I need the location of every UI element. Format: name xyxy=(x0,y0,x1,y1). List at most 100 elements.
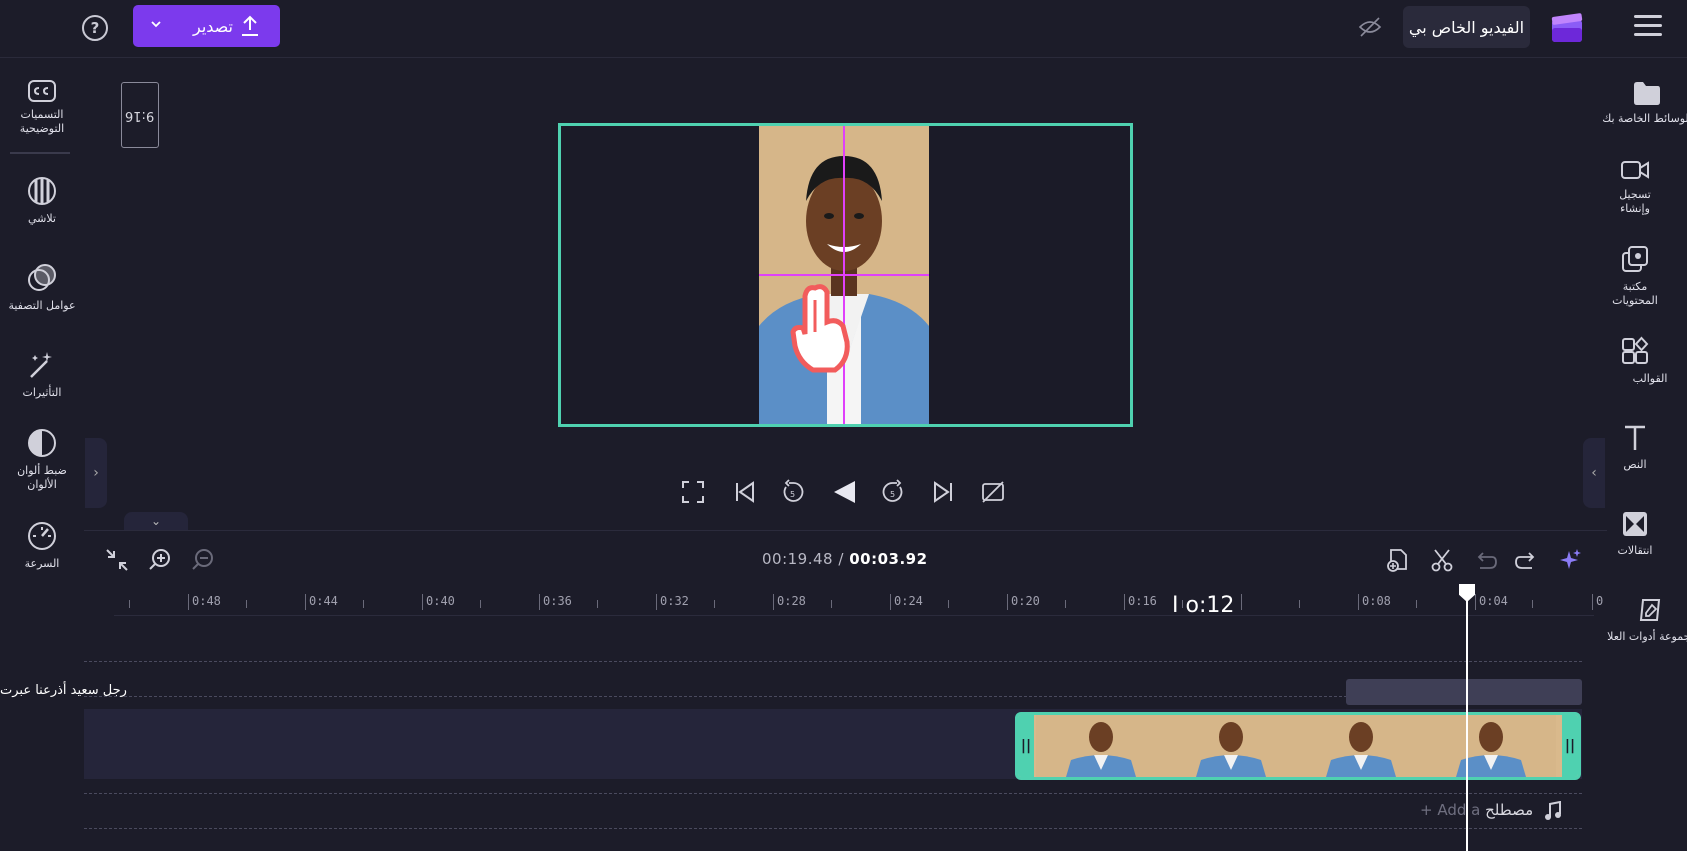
play-button[interactable] xyxy=(830,478,858,506)
effects-wand-icon xyxy=(30,352,52,378)
ruler-tick xyxy=(539,594,540,610)
ruler-tick xyxy=(1299,600,1300,608)
forward-5-icon[interactable]: 5 xyxy=(880,479,906,505)
skip-to-end-icon[interactable] xyxy=(930,479,956,505)
add-audio-ghost-text: + Add a xyxy=(1420,801,1481,819)
total-duration: 00:19.48 xyxy=(762,550,834,568)
collapse-timeline-icon[interactable]: ⌄ xyxy=(124,512,188,530)
sidebar-item-content-library[interactable]: مكتبة المحتويات xyxy=(1580,244,1687,308)
playhead[interactable] xyxy=(1466,586,1468,851)
clip-trim-handle-right[interactable]: || xyxy=(1562,715,1578,777)
ruler-label-5: 0:20 xyxy=(1011,594,1040,608)
ruler-label-11: 0:44 xyxy=(309,594,338,608)
captions-tool[interactable]: التسميات التوضيحية xyxy=(0,80,84,136)
ruler-label-9: 0:36 xyxy=(543,594,572,608)
ruler-tick xyxy=(1475,594,1476,610)
ruler-label-4: 0:16 xyxy=(1128,594,1157,608)
audio-track[interactable] xyxy=(84,793,1582,829)
center-guide-horizontal xyxy=(759,274,929,276)
fullscreen-icon[interactable] xyxy=(680,479,706,505)
expand-right-panel-icon[interactable]: ‹ xyxy=(1583,438,1605,508)
sidebar-item-record-create[interactable]: تسجيل وإنشاء xyxy=(1580,158,1687,216)
project-title[interactable]: الفيديو الخاص بي xyxy=(1403,6,1530,48)
skip-to-start-icon[interactable] xyxy=(732,479,758,505)
ruler-tick xyxy=(1532,600,1533,608)
captions-icon xyxy=(28,80,56,102)
hide-preview-icon[interactable] xyxy=(1357,14,1383,40)
aspect-ratio-button[interactable]: 9:16 xyxy=(121,82,159,148)
color-adjust-icon xyxy=(28,429,56,457)
fade-tool[interactable]: تلاشي xyxy=(0,176,84,226)
ruler-label-10: 0:40 xyxy=(426,594,455,608)
ruler-tick xyxy=(656,594,657,610)
ruler-tick xyxy=(1416,600,1417,608)
export-button[interactable]: تصدير xyxy=(133,5,280,47)
ruler-tick xyxy=(1124,594,1125,610)
text-clip[interactable] xyxy=(1346,679,1582,705)
left-property-panel: التسميات التوضيحية تلاشي عوامل التصفية ا… xyxy=(0,58,84,851)
ruler-tick xyxy=(188,594,189,610)
content-library-icon xyxy=(1622,246,1648,272)
chevron-down-icon[interactable] xyxy=(149,17,163,31)
sidebar-item-templates-label: القوالب xyxy=(1632,372,1668,385)
aspect-ratio-label: 9:16 xyxy=(125,107,155,123)
sidebar-item-content-library-label: مكتبة المحتويات xyxy=(1612,280,1658,307)
add-audio-button[interactable]: + Add a مصطلح xyxy=(1420,801,1533,819)
hamburger-menu-icon[interactable] xyxy=(1634,15,1662,37)
undo-icon[interactable] xyxy=(1472,547,1498,573)
zoom-out-icon[interactable] xyxy=(190,547,216,573)
timecode-separator: / xyxy=(838,550,844,568)
music-note-icon xyxy=(1545,801,1561,820)
text-icon xyxy=(1625,425,1645,450)
color-adjust-tool[interactable]: ضبط ألوان الألوان xyxy=(0,428,84,492)
ruler-tick xyxy=(890,594,891,610)
folder-icon xyxy=(1634,82,1660,105)
right-sidebar: الوسائط الخاصة بك تسجيل وإنشاء مكتبة الم… xyxy=(1557,58,1687,851)
ruler-label-7: 0:28 xyxy=(777,594,806,608)
sidebar-item-your-media-label: الوسائط الخاصة بك xyxy=(1602,112,1687,125)
ruler-tick xyxy=(831,600,832,608)
clip-thumbnail xyxy=(1296,715,1426,777)
ruler-tick xyxy=(1065,600,1066,608)
speed-gauge-icon xyxy=(28,522,56,550)
zoom-in-icon[interactable] xyxy=(147,547,173,573)
split-scissors-icon[interactable] xyxy=(1429,547,1455,573)
video-clip[interactable]: || || xyxy=(1015,712,1581,780)
filters-icon xyxy=(28,264,56,291)
effects-tool[interactable]: التأثيرات xyxy=(0,350,84,400)
left-panel-divider xyxy=(10,152,70,154)
hide-preview-toggle-icon[interactable] xyxy=(980,479,1006,505)
timeline-ruler[interactable]: 0 0:04 0:08 0:16 0:20 0:24 0:28 0:32 0:3… xyxy=(114,586,1603,616)
hover-time-tooltip: I o:12 xyxy=(1172,593,1235,618)
ruler-tick xyxy=(480,600,481,608)
sidebar-item-your-media[interactable]: الوسائط الخاصة بك xyxy=(1592,80,1687,126)
add-media-icon[interactable] xyxy=(1385,547,1411,573)
ai-sparkle-icon[interactable] xyxy=(1557,547,1583,573)
filters-tool[interactable]: عوامل التصفية xyxy=(0,263,84,313)
svg-text:5: 5 xyxy=(890,490,895,499)
clipchamp-logo-icon xyxy=(1551,13,1583,42)
expand-left-panel-icon[interactable]: › xyxy=(85,438,107,508)
filters-label: عوامل التصفية xyxy=(8,299,76,312)
transitions-icon xyxy=(1623,512,1647,536)
rewind-5-icon[interactable]: 5 xyxy=(780,479,806,505)
timecode-display: 00:19.48 / 00:03.92 xyxy=(762,550,928,568)
clip-trim-handle-left[interactable]: || xyxy=(1018,715,1034,777)
sidebar-item-templates[interactable]: القوالب xyxy=(1580,336,1687,386)
text-clip-label: رجل سعيد أذرعنا عبرت xyxy=(0,683,127,698)
help-icon[interactable]: ? xyxy=(82,15,108,41)
speed-label: السرعة xyxy=(24,557,60,570)
templates-icon xyxy=(1622,336,1649,364)
redo-icon[interactable] xyxy=(1514,547,1540,573)
ruler-tick xyxy=(773,594,774,610)
speed-tool[interactable]: السرعة xyxy=(0,521,84,571)
playback-controls: 5 5 xyxy=(680,475,1010,507)
timeline: 00:19.48 / 00:03.92 0 0:04 0:08 0:16 0:2… xyxy=(84,530,1607,851)
ruler-label-12: 0:48 xyxy=(192,594,221,608)
fit-timeline-icon[interactable] xyxy=(104,547,130,573)
ruler-label-2: 0:08 xyxy=(1362,594,1391,608)
ruler-tick xyxy=(422,594,423,610)
ruler-tick xyxy=(363,600,364,608)
clip-thumbnail xyxy=(1426,715,1556,777)
ruler-tick xyxy=(948,600,949,608)
